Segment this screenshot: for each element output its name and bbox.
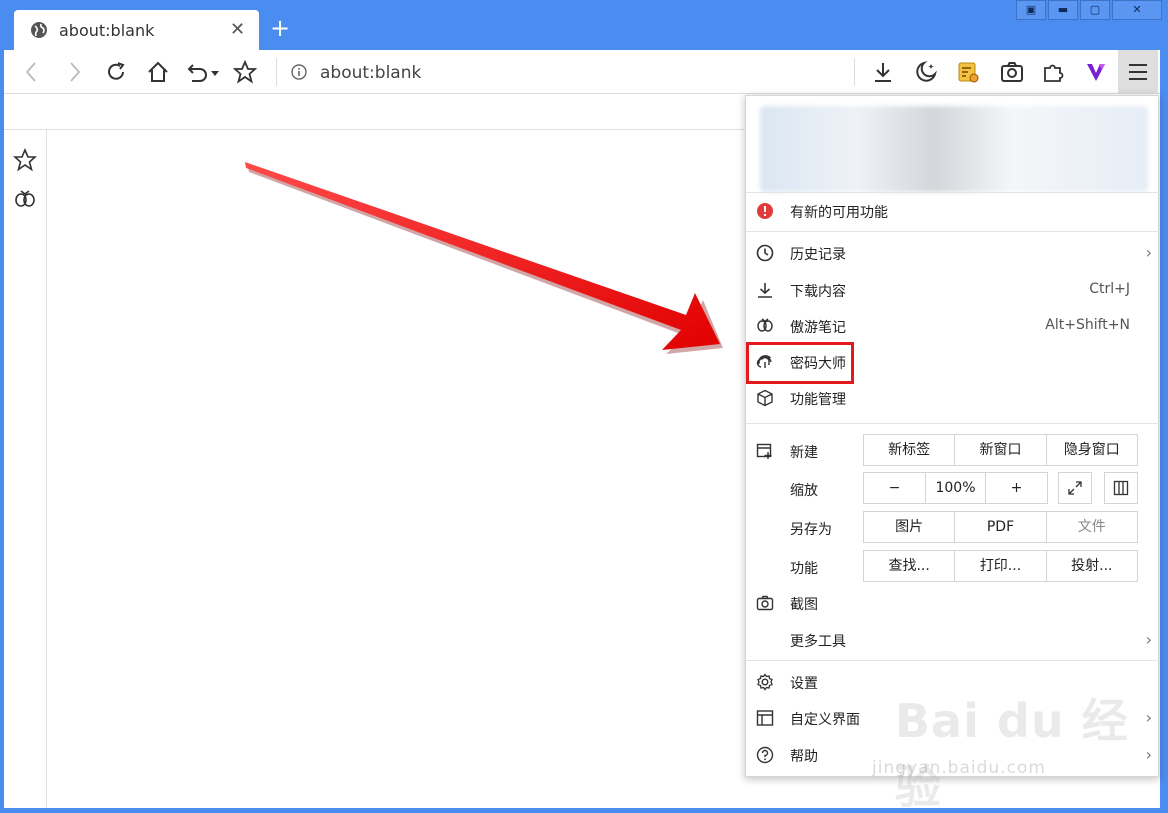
new-button-group: 新标签 新窗口 隐身窗口	[863, 434, 1138, 466]
baidu-watermark: Bai du 经验	[895, 694, 1129, 813]
cube-icon	[757, 389, 773, 407]
zoom-controls: − 100% +	[863, 472, 1048, 504]
save-as-button-group: 图片 PDF 文件	[863, 511, 1138, 543]
notes-extension-icon[interactable]	[956, 60, 980, 84]
new-label: 新建	[790, 445, 818, 461]
menu-item-notes[interactable]: 傲游笔记 Alt+Shift+N	[746, 309, 1160, 343]
functions-button-group: 查找... 打印... 投射...	[863, 550, 1138, 582]
save-file-button[interactable]: 文件	[1047, 512, 1137, 542]
notes-shortcut: Alt+Shift+N	[1045, 317, 1130, 333]
night-mode-icon[interactable]	[914, 60, 938, 84]
zoom-in-button[interactable]: +	[986, 473, 1047, 503]
zoom-label: 缩放	[790, 483, 818, 499]
settings-label: 设置	[790, 676, 818, 692]
annotation-highlight-box	[746, 342, 854, 384]
close-window-button[interactable]: ✕	[1112, 0, 1162, 20]
menu-divider	[746, 423, 1160, 424]
minimize-button[interactable]: ▬	[1048, 0, 1078, 20]
feature-manager-label: 功能管理	[790, 392, 846, 408]
downloads-shortcut: Ctrl+J	[1089, 281, 1130, 297]
print-button[interactable]: 打印...	[955, 551, 1047, 581]
screenshot-label: 截图	[790, 597, 818, 613]
download-icon[interactable]	[871, 60, 895, 84]
baidu-watermark-url: jingyan.baidu.com	[872, 758, 1046, 778]
save-image-button[interactable]: 图片	[864, 512, 956, 542]
window-controls: ▣ ▬ ▢ ✕	[1014, 0, 1164, 21]
menu-item-screenshot[interactable]: 截图	[746, 586, 1160, 620]
history-label: 历史记录	[790, 247, 846, 263]
alert-icon	[757, 203, 773, 219]
help-label: 帮助	[790, 749, 818, 765]
functions-label: 功能	[790, 561, 818, 577]
find-button[interactable]: 查找...	[864, 551, 956, 581]
split-view-button[interactable]	[1104, 472, 1138, 504]
toolbar-separator	[854, 58, 855, 86]
new-features-item[interactable]: 有新的可用功能	[746, 194, 1160, 228]
menu-divider	[746, 192, 1160, 193]
menu-item-more-tools[interactable]: 更多工具 ›	[746, 623, 1160, 657]
menu-item-history[interactable]: 历史记录 ›	[746, 236, 1160, 270]
more-tools-label: 更多工具	[790, 634, 846, 650]
columns-icon	[1113, 480, 1129, 496]
new-tab-menu-button[interactable]: 新标签	[864, 435, 956, 465]
camera-icon	[756, 595, 774, 611]
main-menu-button[interactable]	[1118, 50, 1158, 93]
save-pdf-button[interactable]: PDF	[955, 512, 1047, 542]
gear-icon	[757, 673, 773, 691]
main-menu-dropdown: 有新的可用功能 历史记录 › 下载内容 Ctrl+J 傲游笔记 Alt+Shif…	[745, 95, 1160, 777]
annotation-arrow	[245, 162, 723, 354]
maximize-button[interactable]: ▢	[1080, 0, 1110, 20]
new-features-label: 有新的可用功能	[790, 205, 888, 221]
download-icon	[758, 283, 772, 298]
help-icon	[756, 746, 774, 764]
clock-icon	[756, 244, 774, 262]
menu-item-feature-manager[interactable]: 功能管理	[746, 381, 1160, 415]
chevron-right-icon: ›	[1145, 243, 1152, 262]
zoom-level: 100%	[926, 473, 986, 503]
menu-divider	[746, 231, 1160, 232]
notes-icon	[757, 318, 773, 332]
layout-icon[interactable]: ▣	[1016, 0, 1046, 20]
menu-divider	[746, 660, 1160, 661]
downloads-label: 下载内容	[790, 284, 846, 300]
notes-label: 傲游笔记	[790, 320, 846, 336]
extensions-puzzle-icon[interactable]	[1041, 60, 1065, 84]
customize-label: 自定义界面	[790, 712, 860, 728]
camera-icon[interactable]	[1000, 60, 1024, 84]
vivaldi-logo-icon[interactable]	[1084, 60, 1108, 84]
chevron-right-icon: ›	[1145, 630, 1152, 649]
cast-button[interactable]: 投射...	[1047, 551, 1137, 581]
fullscreen-button[interactable]	[1058, 472, 1092, 504]
expand-icon	[1068, 481, 1082, 495]
new-window-icon	[756, 443, 772, 459]
zoom-out-button[interactable]: −	[864, 473, 926, 503]
account-profile-card[interactable]	[760, 106, 1148, 192]
menu-item-downloads[interactable]: 下载内容 Ctrl+J	[746, 273, 1160, 307]
incognito-window-button[interactable]: 隐身窗口	[1047, 435, 1137, 465]
save-as-label: 另存为	[790, 522, 832, 538]
hamburger-icon	[1129, 64, 1147, 80]
new-window-button[interactable]: 新窗口	[955, 435, 1047, 465]
layout-icon	[756, 710, 774, 726]
